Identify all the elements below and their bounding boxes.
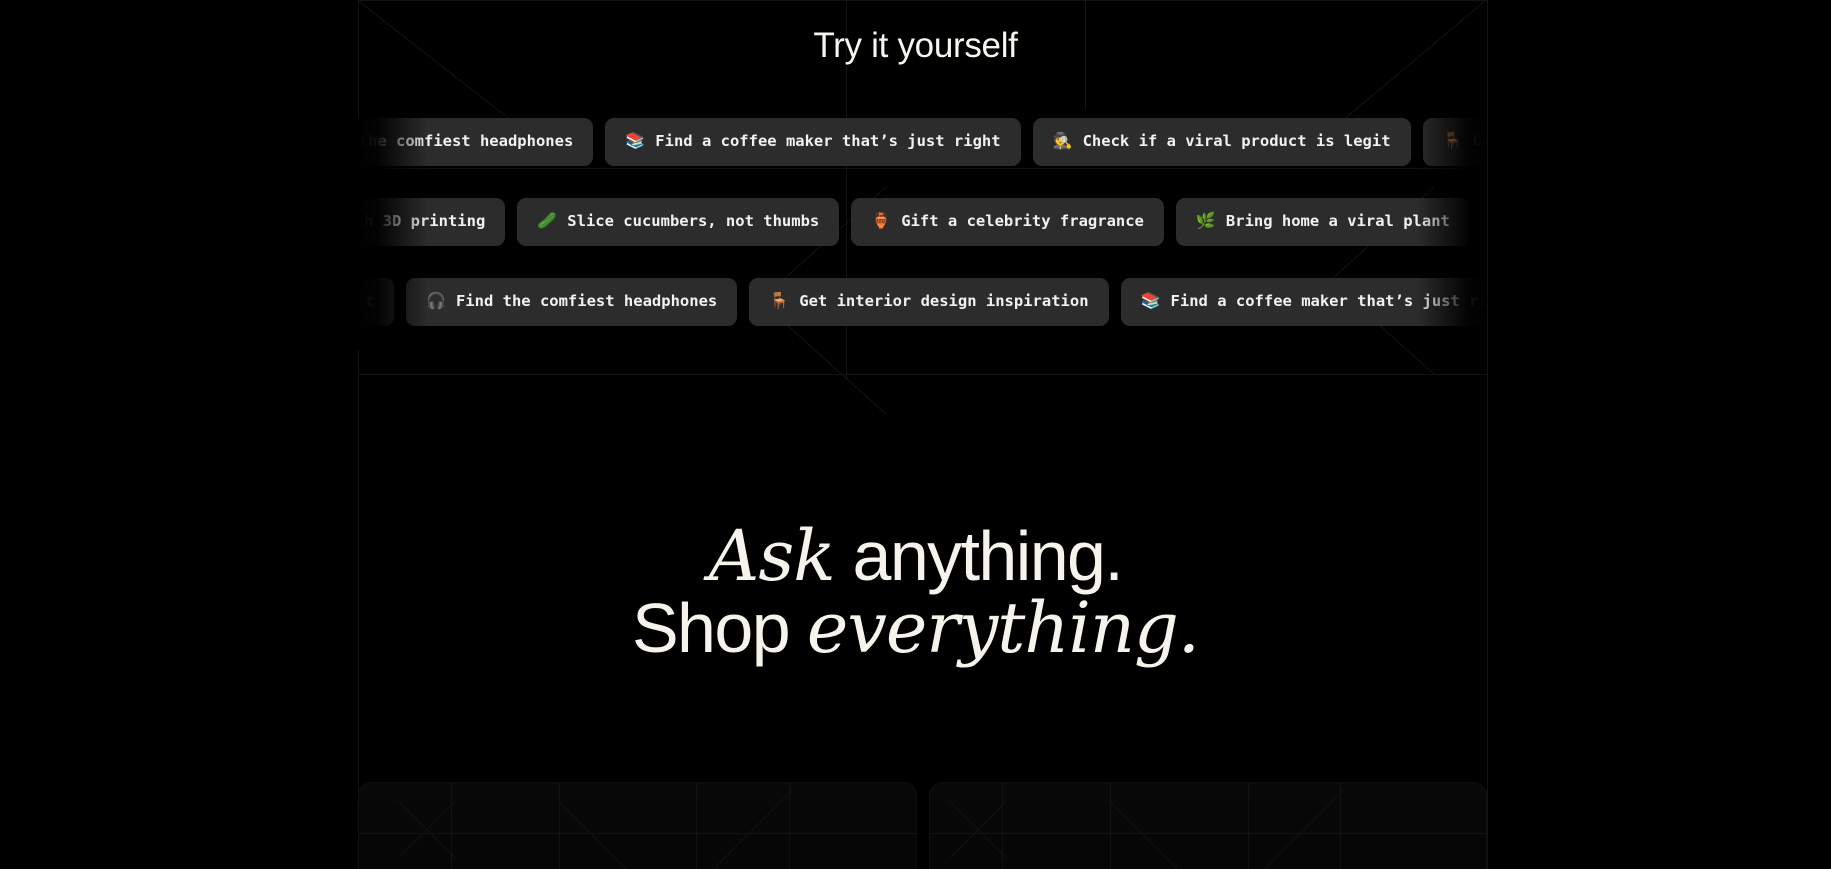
prompt-chip[interactable]: 🏺 Gift a celebrity fragrance (851, 198, 1164, 246)
prompt-chip-label: Get started with 3D printing (358, 212, 486, 231)
headline-emphasis-ask: Ask (708, 515, 836, 597)
herb-icon: 🌿 (1195, 213, 1216, 230)
prompt-chip-label: Find the comfiest headphones (455, 292, 718, 311)
chair-icon: 🪑 (769, 293, 790, 310)
prompt-chip[interactable]: 🎧 Find the comfiest headphones (358, 118, 594, 166)
prompt-chip-label: Find a coffee maker that’s just right (1170, 292, 1487, 311)
prompt-chip[interactable]: 🪑 Get interior design inspiration (749, 278, 1109, 326)
detective-icon: 🕵️ (1052, 133, 1073, 150)
prompt-chip-label: Find a coffee maker that’s just right (655, 132, 1001, 151)
prompt-chip-label: Bring home a viral plant (1225, 212, 1450, 231)
prompt-chip-label: Gift a celebrity fragrance (901, 212, 1144, 231)
prompt-chip-label: Get interior design inspiration (799, 292, 1089, 311)
prompt-row-3[interactable]: 🕵️ Check if a viral product is legit 🎧 F… (358, 278, 1487, 326)
headline-emphasis-everything: everything. (806, 587, 1200, 670)
prompt-chip-label: Check if a viral product is legit (358, 292, 374, 311)
prompt-chip-label: Find the comfiest headphones (358, 132, 574, 151)
prompt-chip-label: Slice cucumbers, not thumbs (567, 212, 820, 231)
card-grid-pattern (929, 783, 1486, 869)
card-grid-pattern (359, 783, 916, 869)
try-it-yourself-section: Try it yourself 🎧 Find the comfiest head… (0, 0, 1831, 380)
amphora-icon: 🏺 (871, 213, 892, 230)
prompt-chip[interactable]: 🕵️ Check if a viral product is legit (358, 278, 394, 326)
cucumber-icon: 🥒 (537, 213, 558, 230)
bottom-card-row (358, 782, 1487, 869)
feature-card-left[interactable] (358, 782, 917, 869)
prompt-chip-label: Get interior design inspiration (1472, 132, 1487, 151)
hero-headline: Ask anything. Shop everything. (0, 520, 1831, 664)
prompt-chip[interactable]: 🌿 Bring home a viral plant (1175, 198, 1470, 246)
prompt-carousel[interactable]: 🎧 Find the comfiest headphones 📚 Find a … (358, 118, 1487, 350)
headphones-icon: 🎧 (425, 293, 446, 310)
prompt-row-2[interactable]: 🖨️ Get started with 3D printing 🥒 Slice … (358, 198, 1470, 246)
page-title: Try it yourself (813, 26, 1018, 65)
prompt-chip[interactable]: 🪑 Get interior design inspiration (1422, 118, 1487, 166)
books-icon: 📚 (1140, 293, 1161, 310)
headline-line-1: Ask anything. (0, 520, 1831, 592)
headline-rest-anything: anything. (834, 517, 1124, 595)
prompt-chip[interactable]: 📚 Find a coffee maker that’s just right (605, 118, 1021, 166)
headline-rest-shop: Shop (631, 589, 807, 668)
prompt-chip[interactable]: 🥒 Slice cucumbers, not thumbs (517, 198, 840, 246)
prompt-chip[interactable]: 🖨️ Get started with 3D printing (358, 198, 506, 246)
headline-line-2: Shop everything. (0, 592, 1831, 664)
books-icon: 📚 (625, 133, 646, 150)
prompt-row-1[interactable]: 🎧 Find the comfiest headphones 📚 Find a … (358, 118, 1487, 166)
prompt-chip[interactable]: 🎧 Find the comfiest headphones (405, 278, 738, 326)
prompt-chip[interactable]: 🕵️ Check if a viral product is legit (1032, 118, 1411, 166)
prompt-chip-label: Check if a viral product is legit (1082, 132, 1391, 151)
feature-card-right[interactable] (929, 782, 1488, 869)
chair-icon: 🪑 (1442, 133, 1463, 150)
prompt-chip[interactable]: 📚 Find a coffee maker that’s just right (1120, 278, 1487, 326)
